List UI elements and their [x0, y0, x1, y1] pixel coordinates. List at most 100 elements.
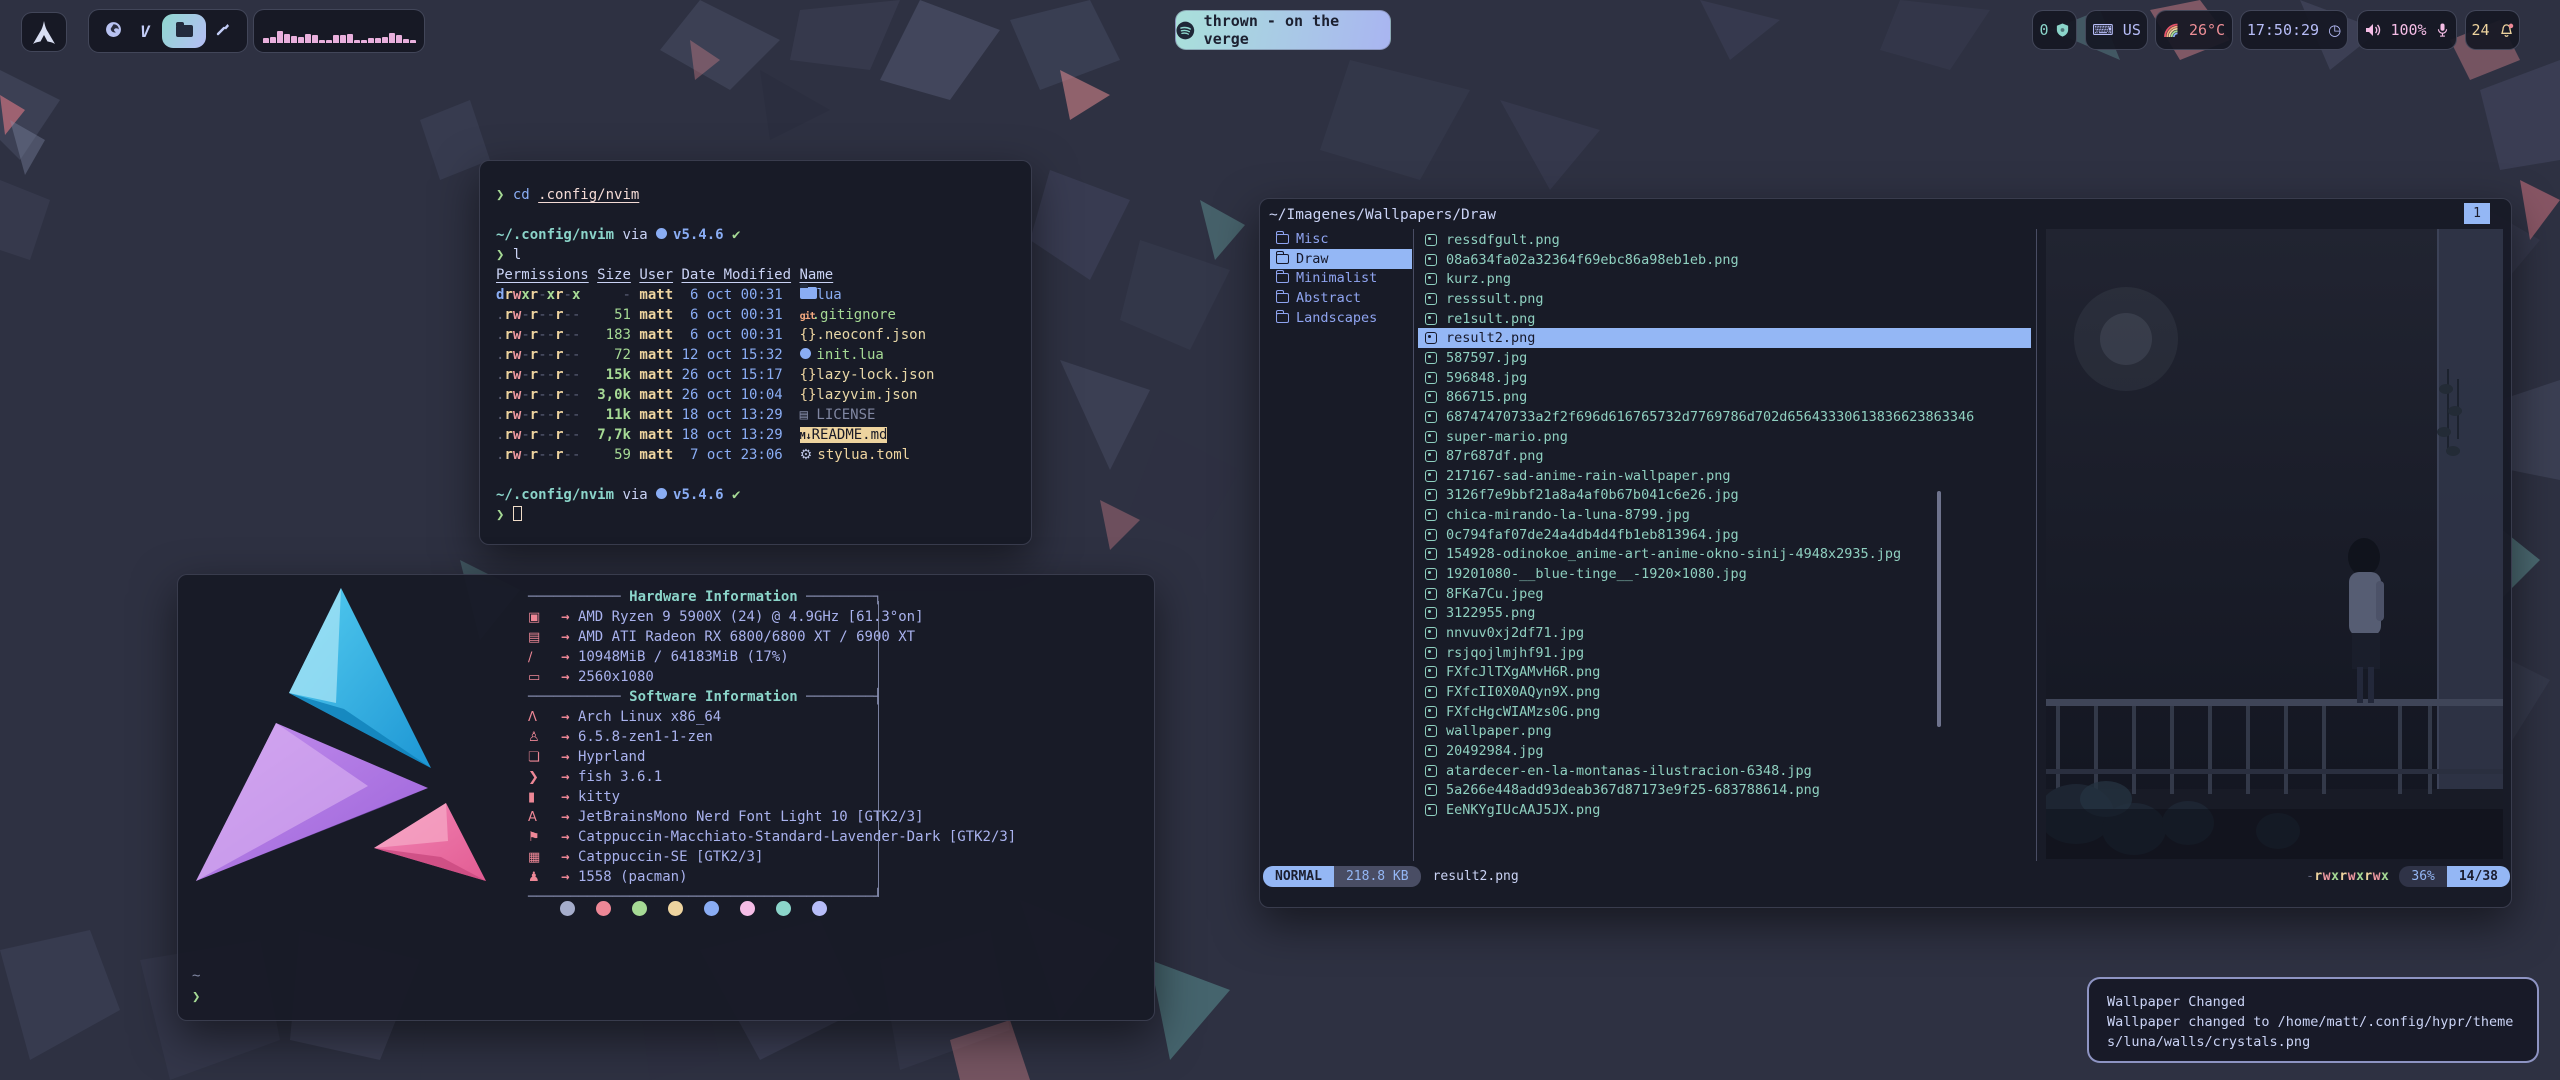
- sidebar-item-landscapes[interactable]: Landscapes: [1270, 308, 1412, 328]
- file-row[interactable]: re1sult.png: [1418, 309, 2031, 329]
- visualizer-bar: [382, 37, 388, 43]
- file-row[interactable]: 5a266e448add93deab367d87173e9f25-6837886…: [1418, 780, 2031, 800]
- workspace-vim[interactable]: V: [130, 22, 160, 41]
- font-icon: A: [528, 808, 561, 828]
- terminal-line: .rw-r--r-- 7,7k matt 18 oct 13:29 M↓READ…: [496, 425, 934, 445]
- fetch-line: ▭→ 2560x1080: [528, 667, 1016, 687]
- status-clock-pill[interactable]: 17:50:29 ◷: [2240, 10, 2348, 50]
- palette-dot: [560, 901, 575, 916]
- image-file-icon: [1425, 686, 1437, 698]
- os-icon: Λ: [528, 708, 561, 728]
- terminal-line: ~/.config/nvim via v5.4.6 ✔: [496, 485, 934, 505]
- audio-visualizer-widget[interactable]: [253, 9, 425, 53]
- status-audio-pill[interactable]: 100%: [2357, 10, 2457, 50]
- file-row[interactable]: 596848.jpg: [1418, 368, 2031, 388]
- file-row[interactable]: 20492984.jpg: [1418, 741, 2031, 761]
- pane-divider-right: [2036, 229, 2037, 861]
- file-row[interactable]: resssult.png: [1418, 289, 2031, 309]
- file-manager-window[interactable]: ~/Imagenes/Wallpapers/Draw 1 MiscDrawMin…: [1259, 198, 2512, 908]
- fetch-line: ⚑→ Catppuccin-Macchiato-Standard-Lavende…: [528, 827, 1016, 847]
- file-list-scrollbar[interactable]: [1937, 491, 1941, 727]
- memory-icon: ∕: [528, 648, 561, 668]
- image-file-icon: [1425, 509, 1437, 521]
- terminal-line: .rw-r--r-- 51 matt 6 oct 00:31 git.gitig…: [496, 305, 934, 325]
- paintbrush-icon: [215, 21, 231, 37]
- file-row[interactable]: 866715.png: [1418, 387, 2031, 407]
- status-weather-pill[interactable]: 26°C: [2155, 10, 2233, 50]
- status-keyboard-pill[interactable]: ⌨ US: [2085, 10, 2148, 50]
- workspace-files-active[interactable]: [162, 14, 206, 48]
- sidebar-item-abstract[interactable]: Abstract: [1270, 288, 1412, 308]
- terminal-line: .rw-r--r-- 3,0k matt 26 oct 10:04 {}lazy…: [496, 385, 934, 405]
- file-row[interactable]: result2.png: [1418, 328, 2031, 348]
- file-size: 218.8 KB: [1334, 866, 1421, 887]
- sidebar-item-minimalist[interactable]: Minimalist: [1270, 268, 1412, 288]
- image-file-icon: [1425, 745, 1437, 757]
- wm-icon: ❏: [528, 748, 561, 768]
- visualizer-bar: [368, 38, 374, 43]
- launcher-button[interactable]: [21, 12, 67, 52]
- folder-icon: [176, 25, 193, 37]
- terminal-line: .rw-r--r-- 59 matt 7 oct 23:06 ⚙stylua.t…: [496, 445, 934, 465]
- lua-icon: [656, 228, 667, 239]
- fetch-line: ─────────── Hardware Information ───────…: [528, 587, 1016, 607]
- updates-count: 0: [2039, 21, 2048, 39]
- terminal-window[interactable]: ❯ cd .config/nvim~/.config/nvim via v5.4…: [479, 160, 1032, 545]
- scroll-percent: 36%: [2399, 866, 2446, 887]
- workspace-paint[interactable]: [208, 21, 238, 41]
- visualizer-bar: [396, 35, 402, 43]
- tab-badge[interactable]: 1: [2464, 203, 2490, 224]
- image-file-icon: [1425, 647, 1437, 659]
- notification-body: Wallpaper changed to /home/matt/.config/…: [2107, 1012, 2519, 1052]
- media-title: thrown - on the verge: [1204, 12, 1390, 48]
- image-file-icon: [1425, 273, 1437, 285]
- file-row[interactable]: 217167-sad-anime-rain-wallpaper.png: [1418, 466, 2031, 486]
- microphone-icon: [2436, 22, 2449, 38]
- image-file-icon: [1425, 352, 1437, 364]
- file-row[interactable]: super-mario.png: [1418, 427, 2031, 447]
- file-row[interactable]: EeNKYgIUcAAJ5JX.png: [1418, 800, 2031, 820]
- image-file-icon: [1425, 568, 1437, 580]
- image-file-icon: [1425, 706, 1437, 718]
- file-row[interactable]: 08a634fa02a32364f69ebc86a98eb1eb.png: [1418, 250, 2031, 270]
- notification-popup[interactable]: Wallpaper Changed Wallpaper changed to /…: [2087, 977, 2539, 1063]
- lua-icon: [800, 348, 811, 359]
- fetch-line: ▣→ AMD Ryzen 9 5900X (24) @ 4.9GHz [61.3…: [528, 607, 1016, 627]
- icons-icon: ▦: [528, 848, 561, 868]
- image-file-icon: [1425, 372, 1437, 384]
- fetch-line: Λ→ Arch Linux x86_64: [528, 707, 1016, 727]
- image-file-icon: [1425, 784, 1437, 796]
- file-row[interactable]: 87r687df.png: [1418, 446, 2031, 466]
- shell-icon: ❯: [528, 768, 561, 788]
- terminal-line: .rw-r--r-- 183 matt 6 oct 00:31 {}.neoco…: [496, 325, 934, 345]
- terminal-line: ❯ l: [496, 245, 934, 265]
- notifications-count: 24: [2471, 21, 2489, 39]
- status-notifications-pill[interactable]: 24: [2465, 10, 2520, 50]
- file-row[interactable]: 68747470733a2f2f696d616765732d7769786d70…: [1418, 407, 2031, 427]
- crystal-logo: [186, 581, 506, 937]
- image-preview: [2046, 229, 2503, 859]
- file-row[interactable]: ressdfgult.png: [1418, 230, 2031, 250]
- fetch-line: ♟→ 1558 (pacman): [528, 867, 1016, 887]
- image-file-icon: [1425, 431, 1437, 443]
- visualizer-bar: [326, 40, 332, 43]
- json-icon: {}: [800, 385, 817, 405]
- workspace-firefox[interactable]: [98, 21, 128, 42]
- image-file-icon: [1425, 450, 1437, 462]
- fetch-line: ▮→ kitty: [528, 787, 1016, 807]
- file-row[interactable]: 587597.jpg: [1418, 348, 2031, 368]
- visualizer-bar: [347, 34, 353, 43]
- media-player-widget[interactable]: thrown - on the verge: [1175, 10, 1391, 50]
- status-updates-pill[interactable]: 0: [2032, 10, 2077, 50]
- terminal-line: ~/.config/nvim via v5.4.6 ✔: [496, 225, 934, 245]
- file-row[interactable]: atardecer-en-la-montanas-ilustracion-634…: [1418, 761, 2031, 781]
- terminal-icon: ▮: [528, 788, 561, 808]
- sidebar-item-draw[interactable]: Draw: [1270, 249, 1412, 269]
- fetch-window[interactable]: ─────────── Hardware Information ───────…: [177, 574, 1155, 1021]
- display-icon: ▭: [528, 668, 561, 688]
- file-row[interactable]: kurz.png: [1418, 269, 2031, 289]
- workspaces-widget: V: [88, 9, 248, 53]
- sidebar-item-misc[interactable]: Misc: [1270, 229, 1412, 249]
- theme-icon: ⚑: [528, 828, 561, 848]
- image-file-icon: [1425, 804, 1437, 816]
